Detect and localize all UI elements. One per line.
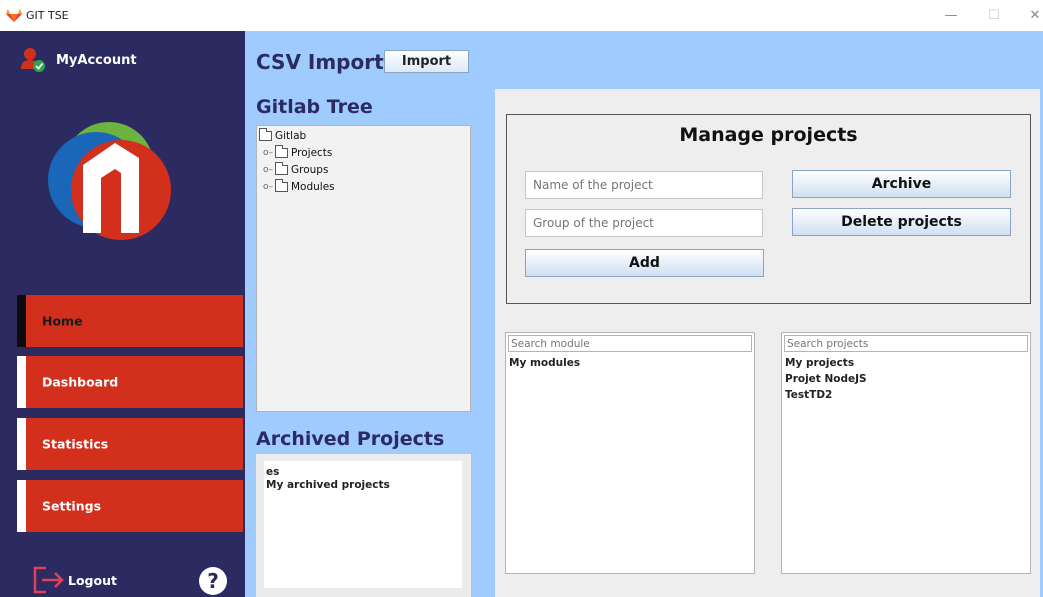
list-item[interactable]: Projet NodeJS bbox=[785, 371, 867, 387]
nav-settings-label: Settings bbox=[42, 498, 102, 514]
title-bar: GIT TSE — ☐ ✕ bbox=[0, 0, 1043, 31]
manage-projects-box: Manage projects Archive Delete projects … bbox=[506, 114, 1031, 304]
import-button[interactable]: Import bbox=[384, 50, 469, 73]
expand-handle-icon[interactable]: o– bbox=[263, 165, 275, 175]
help-icon[interactable]: ? bbox=[199, 567, 227, 595]
tree-node-projects[interactable]: o– Projects bbox=[263, 145, 333, 159]
main-area: CSV Import Import Gitlab Tree Gitlab o– … bbox=[245, 31, 1043, 597]
nav-home-label: Home bbox=[42, 313, 83, 329]
tree-node-label: Projects bbox=[291, 147, 333, 159]
folder-icon bbox=[259, 128, 272, 141]
logout-button[interactable]: Logout bbox=[32, 565, 117, 595]
archived-projects-heading: Archived Projects bbox=[256, 428, 445, 450]
window-title: GIT TSE bbox=[26, 9, 69, 22]
gitlab-icon bbox=[6, 9, 22, 22]
nav-dashboard-label: Dashboard bbox=[42, 374, 119, 390]
projects-items: My projects Projet NodeJS TestTD2 bbox=[785, 355, 867, 403]
tree-node-label: Modules bbox=[291, 181, 335, 193]
manage-projects-title: Manage projects bbox=[679, 124, 858, 146]
expand-handle-icon[interactable]: o– bbox=[263, 148, 275, 158]
gitlab-tree-heading: Gitlab Tree bbox=[256, 96, 373, 118]
my-account-link[interactable]: MyAccount bbox=[20, 47, 137, 73]
list-item[interactable]: My archived projects bbox=[266, 479, 460, 492]
nav-settings[interactable]: Settings bbox=[17, 480, 243, 532]
minimize-button[interactable]: — bbox=[940, 6, 962, 26]
list-item[interactable]: TestTD2 bbox=[785, 387, 867, 403]
archived-projects-list[interactable]: es My archived projects bbox=[264, 461, 462, 588]
nav-statistics[interactable]: Statistics bbox=[17, 418, 243, 470]
projects-list: My projects Projet NodeJS TestTD2 bbox=[781, 332, 1031, 574]
project-name-input[interactable] bbox=[525, 171, 763, 199]
folder-icon bbox=[275, 179, 288, 192]
delete-projects-button[interactable]: Delete projects bbox=[792, 208, 1011, 236]
gitlab-tree[interactable]: Gitlab o– Projects o– Groups o– Modules bbox=[256, 125, 471, 412]
maximize-button[interactable]: ☐ bbox=[983, 6, 1005, 26]
modules-items: My modules bbox=[509, 355, 580, 371]
tree-node-modules[interactable]: o– Modules bbox=[263, 179, 335, 193]
project-group-input[interactable] bbox=[525, 209, 763, 237]
archived-projects-panel: es My archived projects bbox=[256, 454, 471, 597]
user-verified-icon bbox=[21, 48, 45, 72]
list-item[interactable]: My projects bbox=[785, 355, 867, 371]
tree-node-groups[interactable]: o– Groups bbox=[263, 162, 329, 176]
modules-list: My modules bbox=[505, 332, 755, 574]
sidebar: MyAccount Home Dashboard Statistics Sett… bbox=[0, 31, 245, 597]
close-button[interactable]: ✕ bbox=[1024, 6, 1043, 26]
csv-import-heading: CSV Import bbox=[256, 50, 384, 74]
search-projects-input[interactable] bbox=[784, 335, 1028, 352]
nav-home[interactable]: Home bbox=[17, 295, 243, 347]
nav-statistics-label: Statistics bbox=[42, 436, 109, 452]
tree-node-root[interactable]: Gitlab bbox=[259, 128, 307, 142]
app-logo-icon bbox=[48, 122, 171, 240]
projects-panel: Manage projects Archive Delete projects … bbox=[495, 89, 1040, 597]
list-item[interactable]: My modules bbox=[509, 355, 580, 371]
search-module-input[interactable] bbox=[508, 335, 752, 352]
account-label: MyAccount bbox=[56, 52, 137, 68]
nav-dashboard[interactable]: Dashboard bbox=[17, 356, 243, 408]
app-window: GIT TSE — ☐ ✕ MyAccount Home Dashboard S… bbox=[0, 0, 1043, 597]
folder-icon bbox=[275, 162, 288, 175]
add-button[interactable]: Add bbox=[525, 249, 764, 277]
list-item[interactable]: es bbox=[266, 466, 460, 479]
tree-node-label: Groups bbox=[291, 164, 329, 176]
archive-button[interactable]: Archive bbox=[792, 170, 1011, 198]
tree-node-label: Gitlab bbox=[275, 130, 307, 142]
folder-icon bbox=[275, 145, 288, 158]
expand-handle-icon[interactable]: o– bbox=[263, 182, 275, 192]
logout-icon bbox=[33, 566, 64, 594]
logout-label: Logout bbox=[68, 572, 117, 588]
